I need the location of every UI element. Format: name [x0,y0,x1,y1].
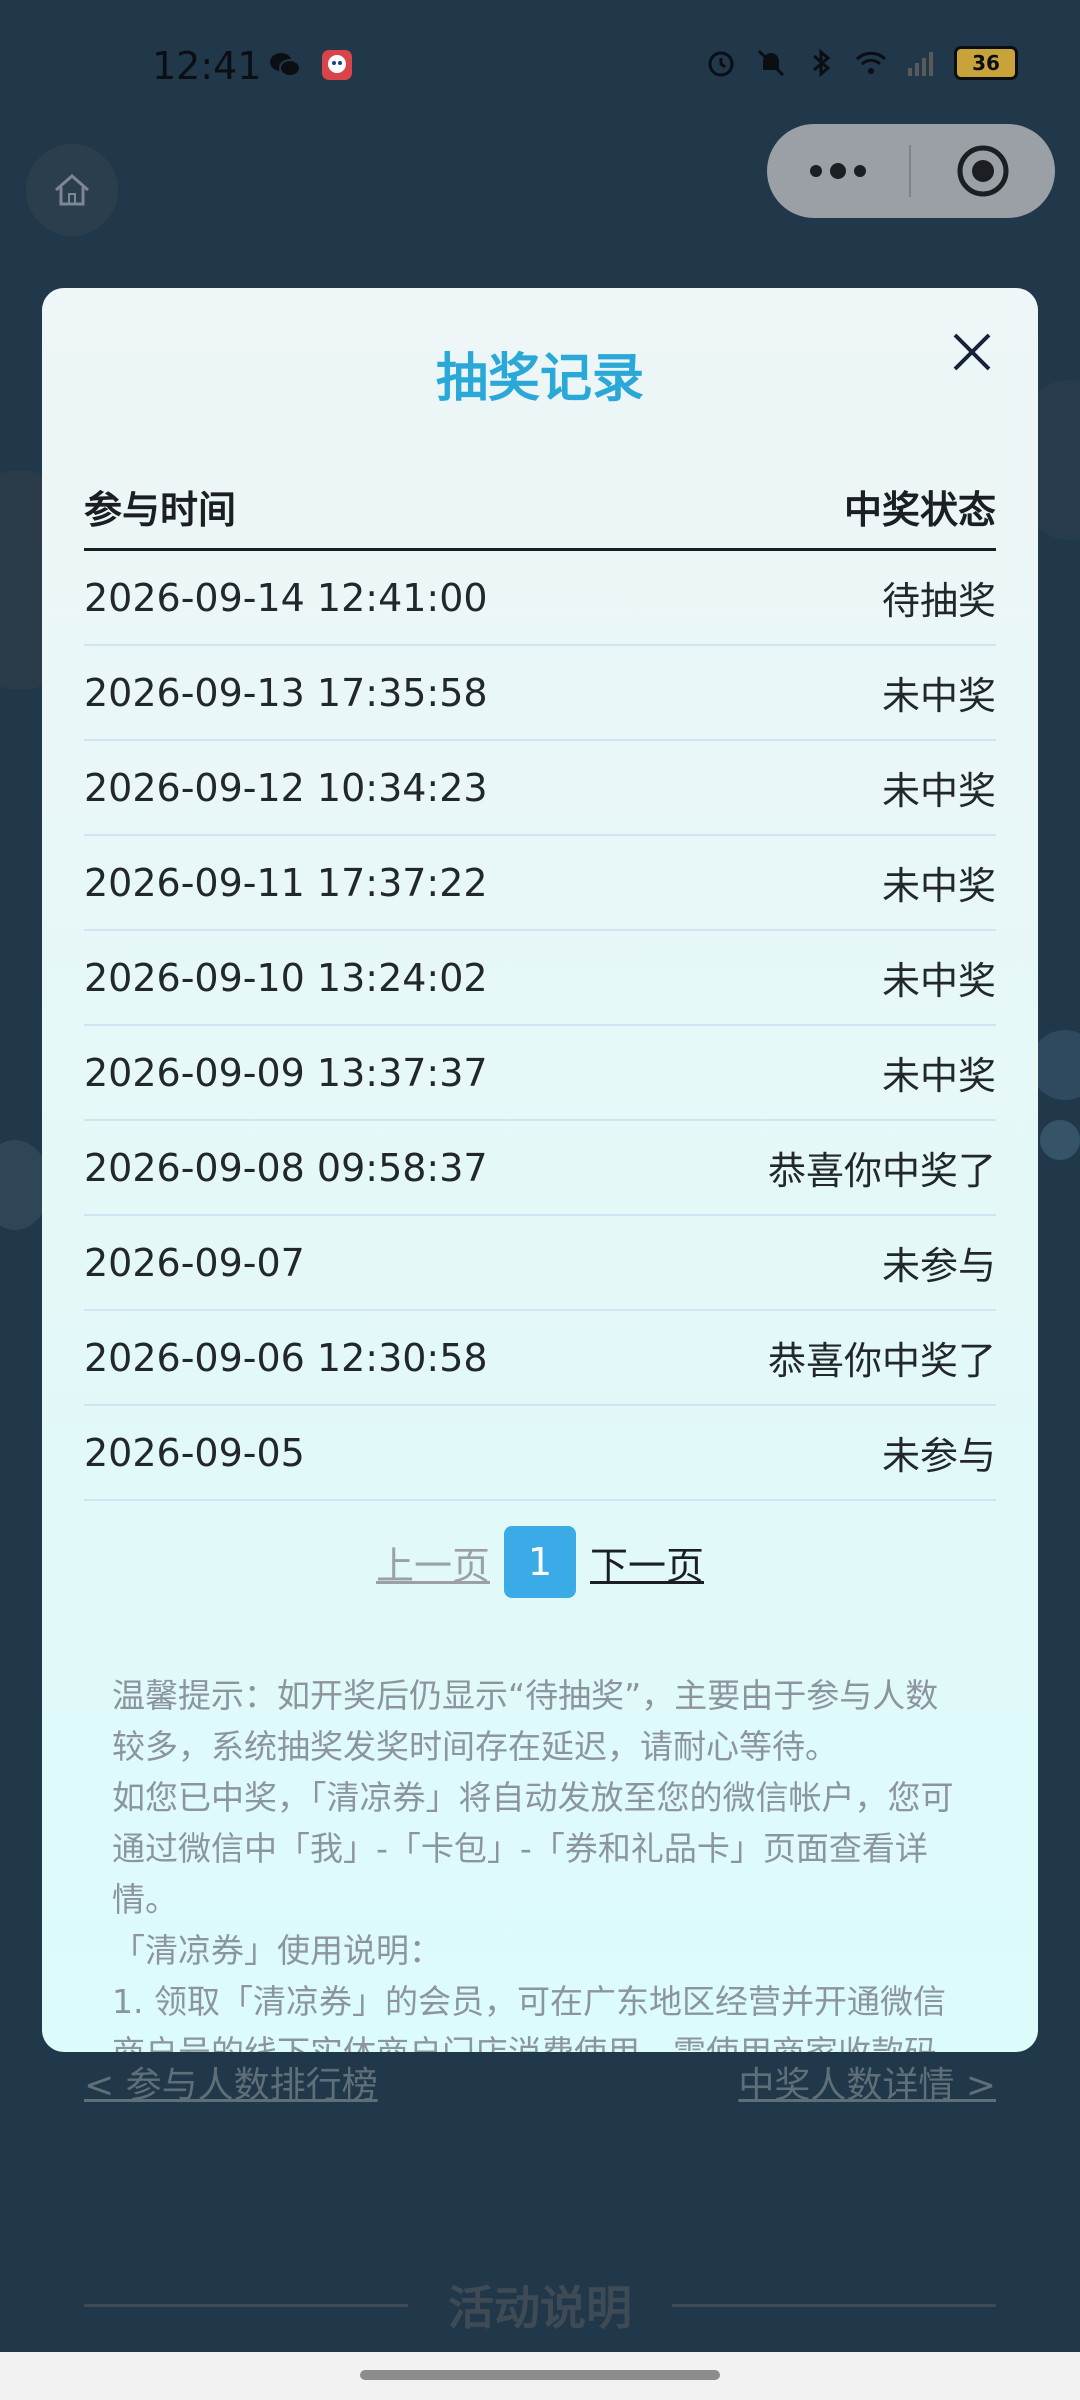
lottery-record-modal: 抽奖记录 参与时间 中奖状态 2026-09-14 12:41:00 待抽奖 2… [42,288,1038,2052]
battery-icon: 36 [954,46,1018,80]
home-icon [55,174,89,206]
table-row: 2026-09-10 13:24:02 未中奖 [84,931,996,1026]
app-notification-icon [322,50,352,80]
row-status: 未参与 [881,1434,996,1478]
modal-title: 抽奖记录 [435,349,644,409]
row-time: 2026-09-05 [84,1430,305,1475]
pagination: 上一页 1 下一页 [42,1526,1038,1598]
title-divider-left [84,2303,408,2307]
row-time: 2026-09-06 12:30:58 [84,1335,488,1380]
navigation-bar [0,2352,1080,2400]
record-table: 参与时间 中奖状态 2026-09-14 12:41:00 待抽奖 2026-0… [84,464,996,1501]
table-header: 参与时间 中奖状态 [84,464,996,551]
activity-title-text: 活动说明 [448,2281,632,2335]
table-row: 2026-09-08 09:58:37 恭喜你中奖了 [84,1121,996,1216]
row-status: 未中奖 [881,864,996,908]
tips-section: 温馨提示：如开奖后仍显示“待抽奖”，主要由于参与人数较多，系统抽奖发奖时间存在延… [112,1670,968,2052]
row-status: 未中奖 [881,959,996,1003]
battery-level: 36 [972,51,1000,75]
winner-details-link[interactable]: 中奖人数详情 > [738,2056,996,2108]
row-time: 2026-09-11 17:37:22 [84,860,488,905]
system-icons: 36 [704,46,1018,80]
close-mini-program-button[interactable] [911,124,1055,218]
row-time: 2026-09-12 10:34:23 [84,765,488,810]
mini-program-capsule [767,124,1055,218]
table-row: 2026-09-06 12:30:58 恭喜你中奖了 [84,1311,996,1406]
target-icon [957,145,1009,197]
row-time: 2026-09-09 13:37:37 [84,1050,488,1095]
table-row: 2026-09-13 17:35:58 未中奖 [84,646,996,741]
background-links: < 参与人数排行榜 中奖人数详情 > [84,2056,996,2108]
row-status: 待抽奖 [881,579,996,623]
background-decoration [1040,1120,1080,1160]
signal-icon [908,52,933,76]
row-status: 未参与 [881,1244,996,1288]
screen: 12:41 36 < 参与人数排行榜 中奖人数详情 > 活动说明 抽奖记录 参与… [0,0,1080,2400]
alarm-icon [708,51,734,77]
row-status: 未中奖 [881,674,996,718]
prev-page-button[interactable]: 上一页 [376,1535,490,1590]
row-status: 恭喜你中奖了 [767,1339,996,1383]
title-divider-right [672,2303,996,2307]
row-status: 恭喜你中奖了 [767,1149,996,1193]
tip-paragraph: 1. 领取「清凉券」的会员，可在广东地区经营并开通微信商户号的线下实体商户门店消… [112,1982,946,2052]
ranking-link[interactable]: < 参与人数排行榜 [84,2056,378,2108]
tip-paragraph: 温馨提示：如开奖后仍显示“待抽奖”，主要由于参与人数较多，系统抽奖发奖时间存在延… [112,1676,939,1766]
current-page-button[interactable]: 1 [504,1526,576,1598]
activity-section-title: 活动说明 [84,2272,996,2338]
more-button[interactable] [767,124,909,218]
table-row: 2026-09-12 10:34:23 未中奖 [84,741,996,836]
wifi-icon [855,51,887,74]
row-status: 未中奖 [881,769,996,813]
more-dots-icon [810,163,866,179]
table-row: 2026-09-05 未参与 [84,1406,996,1501]
wechat-icon [270,53,301,77]
status-time: 12:41 [152,44,262,88]
tip-paragraph: 如您已中奖，「清凉券」将自动发放至您的微信帐户，您可通过微信中「我」-「卡包」-… [112,1778,954,1919]
notification-icons [268,48,354,82]
row-time: 2026-09-10 13:24:02 [84,955,488,1000]
home-indicator[interactable] [360,2370,720,2380]
home-button[interactable] [26,144,118,236]
mute-icon [757,49,785,77]
row-time: 2026-09-07 [84,1240,305,1285]
row-time: 2026-09-13 17:35:58 [84,670,488,715]
table-row: 2026-09-14 12:41:00 待抽奖 [84,551,996,646]
close-button[interactable] [944,324,1000,380]
row-status: 未中奖 [881,1054,996,1098]
row-time: 2026-09-08 09:58:37 [84,1145,488,1190]
table-row: 2026-09-11 17:37:22 未中奖 [84,836,996,931]
header-status: 中奖状态 [843,487,996,532]
table-row: 2026-09-07 未参与 [84,1216,996,1311]
close-icon [953,333,991,371]
header-time: 参与时间 [84,487,237,532]
bluetooth-icon [813,48,831,78]
status-bar: 12:41 36 [0,0,1080,136]
tip-paragraph: 「清凉券」使用说明： [112,1931,442,1970]
row-time: 2026-09-14 12:41:00 [84,575,488,620]
next-page-button[interactable]: 下一页 [590,1535,704,1590]
table-row: 2026-09-09 13:37:37 未中奖 [84,1026,996,1121]
